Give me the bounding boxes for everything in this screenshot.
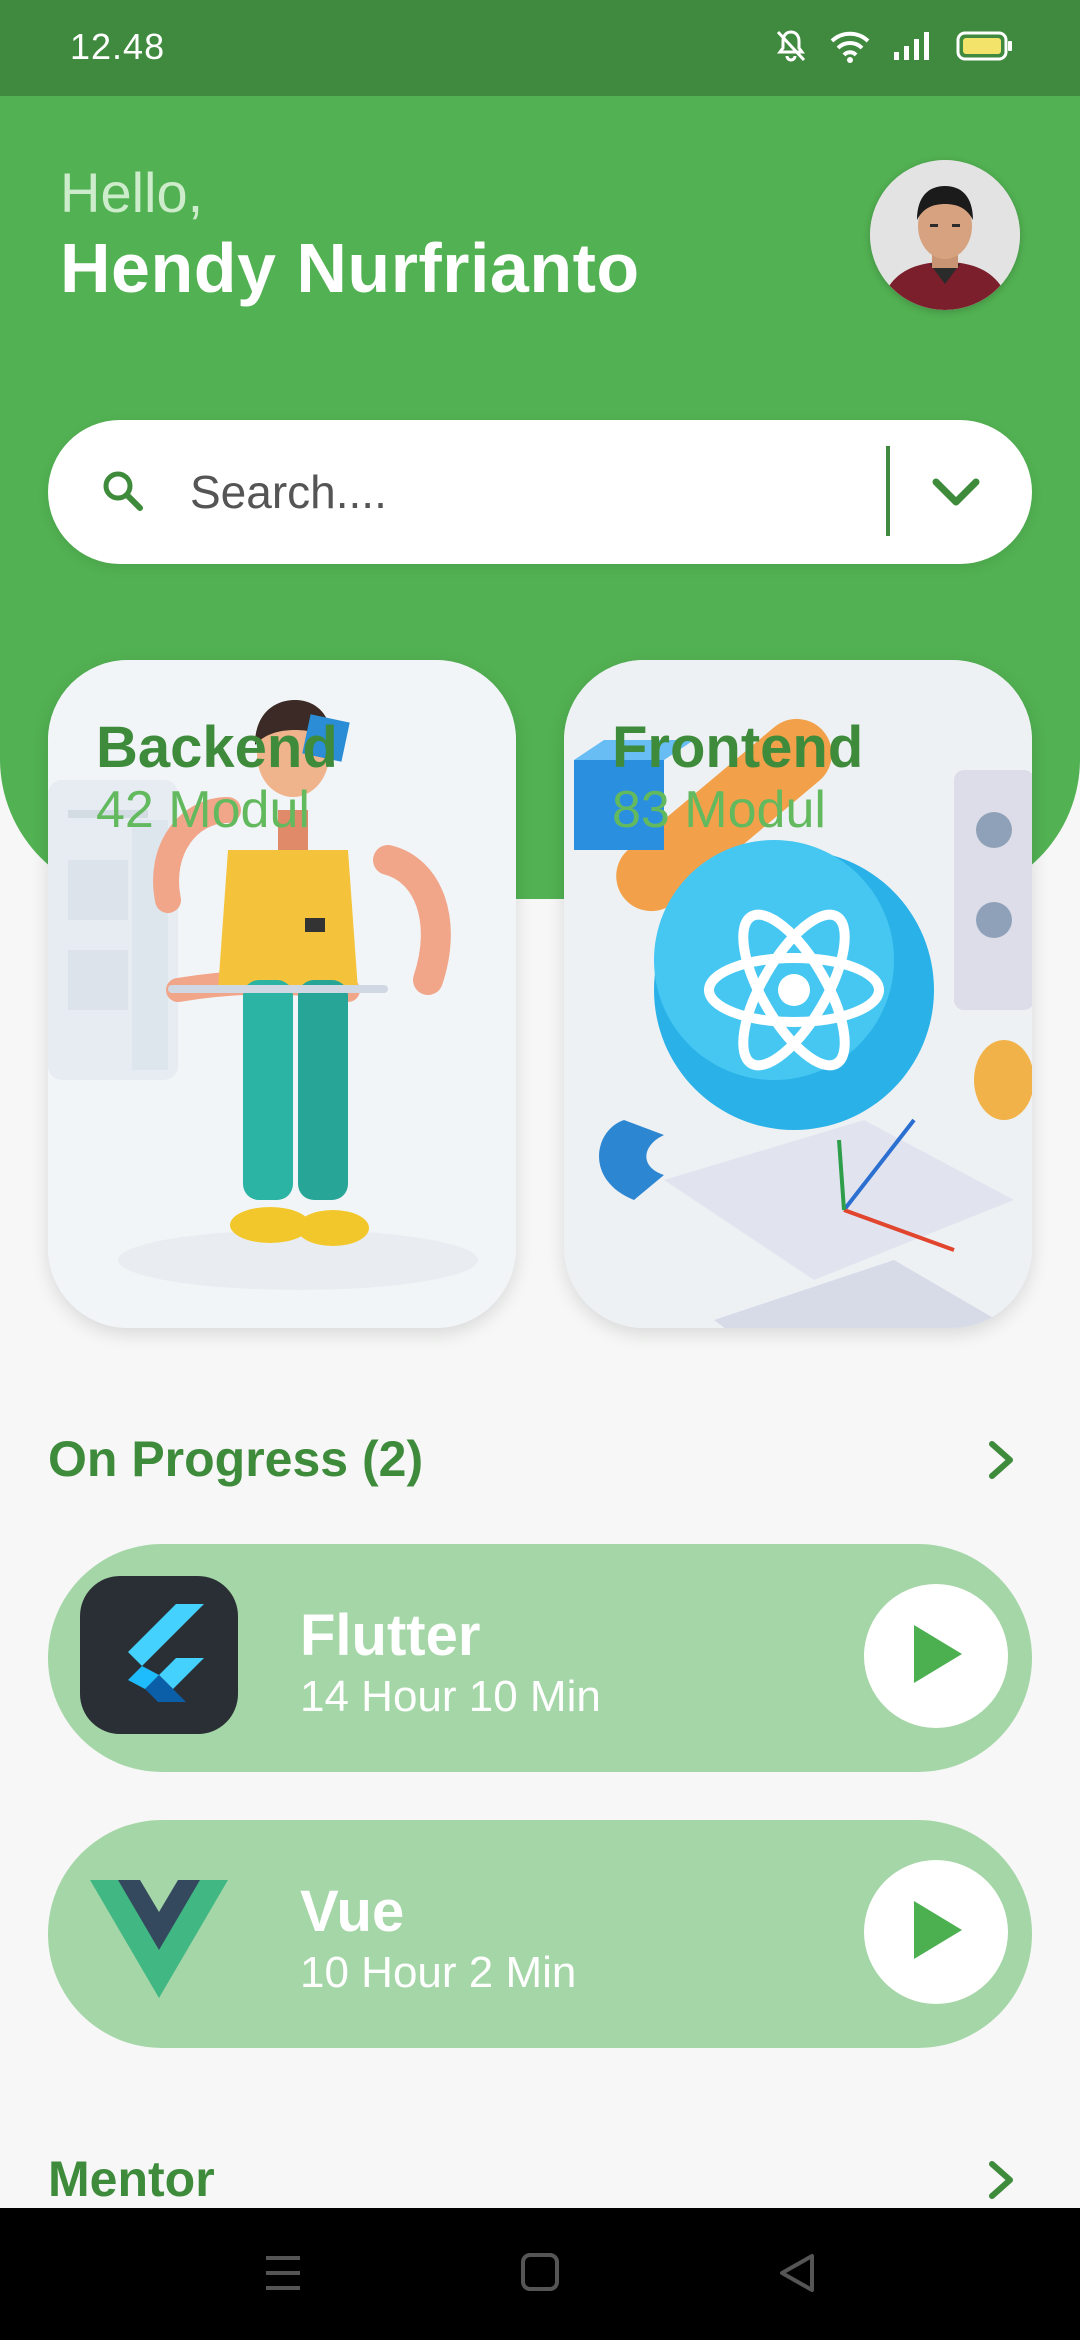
- battery-icon: [956, 30, 1014, 62]
- avatar[interactable]: [870, 160, 1020, 310]
- category-modules: 83 Modul: [612, 781, 826, 839]
- chevron-right-icon[interactable]: [980, 2158, 1020, 2207]
- mentor-title: Mentor: [48, 2151, 215, 2207]
- menu-icon[interactable]: [262, 2250, 304, 2301]
- chevron-right-icon[interactable]: [980, 1438, 1020, 1487]
- course-name: Flutter: [300, 1603, 481, 1668]
- home-icon[interactable]: [520, 2250, 560, 2301]
- category-card-backend[interactable]: Backend 42 Modul: [48, 660, 516, 1328]
- search-bar: [48, 420, 1032, 564]
- search-divider: [886, 446, 890, 536]
- play-button[interactable]: [864, 1860, 1008, 2004]
- course-duration: 14 Hour 10 Min: [300, 1672, 601, 1721]
- notifications-off-icon: [774, 28, 808, 64]
- on-progress-title: On Progress (2): [48, 1431, 424, 1487]
- vue-logo: [78, 1850, 240, 2012]
- chevron-down-icon[interactable]: [928, 464, 984, 525]
- category-card-frontend[interactable]: Frontend 83 Modul: [564, 660, 1032, 1328]
- flutter-logo: [78, 1574, 240, 1736]
- course-name: Vue: [300, 1879, 405, 1944]
- course-card-flutter[interactable]: Flutter 14 Hour 10 Min: [48, 1544, 1032, 1772]
- search-icon: [100, 468, 146, 519]
- category-modules: 42 Modul: [96, 781, 310, 839]
- system-nav-bar: [0, 2208, 1080, 2340]
- wifi-icon: [830, 29, 870, 63]
- status-time: 12.48: [70, 26, 166, 67]
- category-title: Frontend: [612, 715, 864, 780]
- status-bar: 12.48: [0, 0, 1080, 96]
- play-icon: [906, 1897, 966, 1968]
- play-button[interactable]: [864, 1584, 1008, 1728]
- play-icon: [906, 1621, 966, 1692]
- back-icon[interactable]: [776, 2250, 818, 2301]
- user-name: Hendy Nurfrianto: [60, 229, 640, 307]
- search-input[interactable]: [190, 458, 890, 526]
- greeting-text: Hello,: [60, 161, 204, 224]
- category-title: Backend: [96, 715, 338, 780]
- signal-icon: [892, 30, 934, 62]
- course-duration: 10 Hour 2 Min: [300, 1948, 577, 1997]
- status-icons: [774, 28, 1014, 64]
- course-card-vue[interactable]: Vue 10 Hour 2 Min: [48, 1820, 1032, 2048]
